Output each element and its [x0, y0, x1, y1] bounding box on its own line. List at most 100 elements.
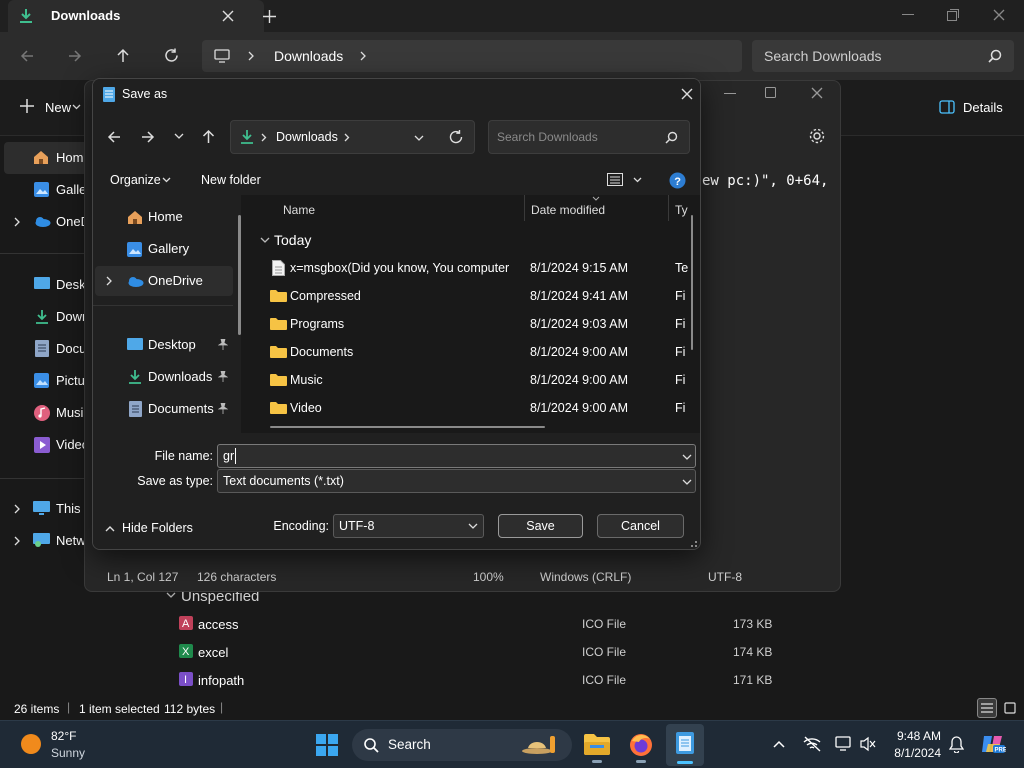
details-button[interactable]: Details — [963, 100, 1003, 115]
close-window-icon[interactable] — [993, 9, 1005, 21]
dialog-nav-desktop[interactable]: Desktop — [95, 330, 233, 360]
dialog-nav-home[interactable]: Home — [95, 202, 233, 232]
collapse-chevron-icon[interactable] — [260, 237, 270, 244]
details-view-toggle[interactable] — [977, 698, 997, 718]
close-window-icon[interactable] — [811, 87, 823, 99]
back-icon[interactable] — [107, 130, 121, 144]
hide-folders-button[interactable]: Hide Folders — [122, 521, 193, 535]
file-name-input[interactable]: gr — [217, 444, 696, 468]
display-icon[interactable] — [835, 736, 853, 752]
editor-text[interactable]: ew pc:)", 0+64, — [702, 173, 828, 189]
pin-icon[interactable] — [218, 403, 228, 414]
nav-item-downloads[interactable]: Downloads — [4, 301, 120, 333]
expand-chevron-icon[interactable] — [14, 536, 21, 546]
weather-sun-icon[interactable] — [20, 733, 42, 755]
tab-downloads[interactable]: Downloads — [8, 0, 264, 32]
column-type[interactable]: Ty — [675, 203, 688, 217]
dialog-search-input[interactable]: Search Downloads — [488, 120, 690, 154]
dialog-nav-onedrive[interactable]: OneDrive — [95, 266, 233, 296]
forward-icon[interactable] — [68, 49, 82, 63]
expand-chevron-icon[interactable] — [14, 217, 21, 227]
file-row[interactable]: X excel ICO File 174 KB — [160, 638, 1020, 666]
new-tab-icon[interactable] — [263, 10, 276, 23]
dialog-nav-gallery[interactable]: Gallery — [95, 234, 233, 264]
windows-start-icon[interactable] — [316, 734, 338, 756]
volume-muted-icon[interactable] — [860, 736, 876, 752]
help-icon[interactable]: ? — [669, 172, 686, 189]
save-button[interactable]: Save — [498, 514, 583, 538]
up-icon[interactable] — [202, 129, 215, 144]
up-icon[interactable] — [116, 48, 130, 63]
horizontal-scrollbar[interactable] — [270, 426, 545, 428]
dialog-nav-documents[interactable]: Documents — [95, 394, 233, 424]
nav-item-pictures[interactable]: Pictures — [4, 365, 103, 397]
nav-item-music[interactable]: Music — [4, 397, 90, 429]
network-disconnected-icon[interactable] — [803, 736, 821, 752]
resize-grip-icon[interactable] — [689, 539, 698, 548]
dialog-breadcrumb[interactable]: Downloads — [276, 130, 338, 144]
show-hidden-icons-chevron[interactable] — [773, 740, 785, 748]
restore-icon[interactable] — [947, 9, 959, 21]
taskbar-app-file-explorer[interactable] — [580, 727, 614, 763]
breadcrumb-chevron-icon[interactable] — [360, 51, 367, 61]
settings-gear-icon[interactable] — [809, 128, 825, 144]
recent-locations-chevron-icon[interactable] — [174, 133, 184, 140]
new-folder-button[interactable]: New folder — [201, 173, 261, 187]
view-options-icon[interactable] — [607, 173, 623, 186]
tiles-view-icon[interactable] — [1004, 702, 1016, 714]
file-row[interactable]: Video 8/1/2024 9:00 AM Fi — [250, 394, 690, 422]
nav-item-onedrive[interactable]: OneDrive — [4, 206, 111, 238]
save-as-type-select[interactable]: Text documents (*.txt) — [217, 469, 696, 493]
collapse-chevron-icon[interactable] — [166, 592, 176, 599]
back-icon[interactable] — [20, 49, 34, 63]
address-bar[interactable]: Downloads — [202, 40, 742, 72]
dialog-nav-downloads[interactable]: Downloads — [95, 362, 233, 392]
refresh-icon[interactable] — [449, 130, 463, 144]
file-row[interactable]: Documents 8/1/2024 9:00 AM Fi — [250, 338, 690, 366]
notification-bell-icon[interactable] — [949, 736, 964, 753]
refresh-icon[interactable] — [164, 48, 179, 63]
nav-item-gallery[interactable]: Gallery — [4, 174, 97, 206]
file-row[interactable]: Compressed 8/1/2024 9:41 AM Fi — [250, 282, 690, 310]
file-row[interactable]: Programs 8/1/2024 9:03 AM Fi — [250, 310, 690, 338]
forward-icon[interactable] — [141, 130, 155, 144]
nav-item-network[interactable]: Network — [4, 525, 104, 557]
pin-icon[interactable] — [218, 371, 228, 382]
line-ending[interactable]: Windows (CRLF) — [540, 570, 631, 584]
minimize-icon[interactable] — [902, 14, 914, 16]
taskbar-app-firefox[interactable] — [624, 727, 658, 763]
zoom-level[interactable]: 100% — [473, 570, 504, 584]
nav-item-this-pc[interactable]: This PC — [4, 493, 102, 525]
nav-item-videos[interactable]: Videos — [4, 429, 96, 461]
file-row[interactable]: Music 8/1/2024 9:00 AM Fi — [250, 366, 690, 394]
column-name[interactable]: Name — [283, 203, 315, 217]
close-dialog-icon[interactable] — [681, 88, 693, 100]
column-divider[interactable] — [524, 195, 525, 221]
weather-temp[interactable]: 82°F — [51, 729, 76, 743]
view-chevron-down-icon[interactable] — [633, 177, 642, 183]
column-divider[interactable] — [668, 195, 669, 221]
breadcrumb-downloads[interactable]: Downloads — [274, 48, 343, 64]
vertical-scrollbar[interactable] — [691, 215, 693, 350]
file-row[interactable]: I infopath ICO File 171 KB — [160, 666, 1020, 694]
encoding-select[interactable]: UTF-8 — [333, 514, 484, 538]
nav-item-documents[interactable]: Documents — [4, 333, 122, 365]
organize-button[interactable]: Organize — [110, 173, 161, 187]
expand-chevron-icon[interactable] — [106, 276, 113, 286]
address-dropdown-icon[interactable] — [414, 135, 424, 142]
taskbar-app-notepad[interactable] — [666, 724, 704, 766]
maximize-icon[interactable] — [765, 87, 777, 99]
nav-item-home[interactable]: Home — [4, 142, 91, 174]
column-date-modified[interactable]: Date modified — [531, 203, 605, 217]
pin-icon[interactable] — [218, 339, 228, 350]
encoding-status[interactable]: UTF-8 — [708, 570, 742, 584]
breadcrumb-chevron-icon[interactable] — [344, 133, 350, 142]
file-row[interactable]: x=msgbox(Did you know, You computer 8/1/… — [250, 254, 690, 282]
chevron-down-icon[interactable] — [682, 454, 692, 460]
file-row[interactable]: A access ICO File 173 KB — [160, 610, 1020, 638]
nav-item-desktop[interactable]: Desktop — [4, 269, 104, 301]
explorer-search-input[interactable]: Search Downloads — [752, 40, 1014, 72]
taskbar-search[interactable]: Search — [352, 729, 572, 761]
nav-scrollbar[interactable] — [238, 215, 241, 335]
close-tab-icon[interactable] — [222, 10, 234, 22]
